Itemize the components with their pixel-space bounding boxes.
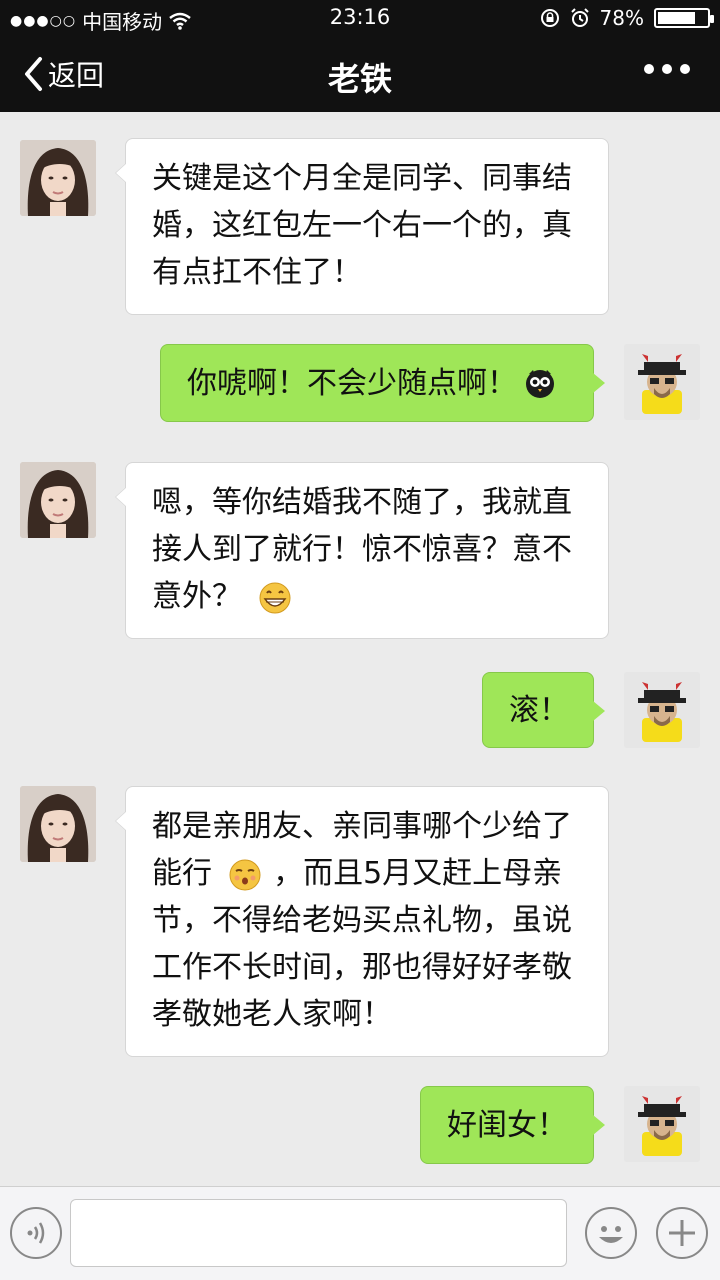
message-line: 有点扛不住了！: [152, 255, 362, 290]
message-bubble-sent[interactable]: 滚！: [482, 672, 605, 748]
message-line: 意外？: [152, 573, 582, 620]
battery-icon: [654, 8, 714, 28]
message-input[interactable]: [70, 1199, 567, 1267]
chat-title: 老铁: [327, 60, 392, 98]
more-dot: [680, 64, 690, 74]
owl-emoji: [526, 370, 554, 398]
heisenberg-avatar: [624, 672, 700, 748]
plus-button[interactable]: [656, 1207, 708, 1259]
message-line: 能行 ，而且5月又赶上母亲: [152, 850, 582, 897]
heisenberg-avatar: [624, 344, 700, 420]
message-text: 滚！: [509, 692, 569, 728]
status-right: 78%: [540, 6, 714, 30]
message-bubble-received[interactable]: 嗯，等你结婚我不随了，我就直 接人到了就行！惊不惊喜？意不 意外？: [115, 462, 609, 639]
message-bubble-received[interactable]: 都是亲朋友、亲同事哪个少给了 能行 ，而且5月又赶上母亲 节，不得给老妈买点礼物…: [115, 786, 609, 1057]
message-line-text: 能行: [152, 856, 212, 891]
voice-button[interactable]: [10, 1207, 62, 1259]
status-bar: ●●●○○ 中国移动 23:16 78%: [0, 0, 720, 36]
more-button[interactable]: [644, 64, 690, 74]
message-line: 节，不得给老妈买点礼物，虽说: [152, 903, 572, 938]
message-line: 工作不长时间，那也得好好孝敬: [152, 950, 572, 985]
message-line: 都是亲朋友、亲同事哪个少给了: [152, 809, 572, 844]
message-bubble-sent[interactable]: 好闺女！: [420, 1086, 605, 1164]
message-line: 孝敬她老人家啊！: [152, 997, 392, 1032]
alarm-icon: [570, 8, 589, 27]
message-bubble-sent[interactable]: 你唬啊！不会少随点啊！: [160, 344, 605, 422]
grin-emoji: [259, 582, 291, 613]
battery-percent: 78%: [599, 6, 644, 30]
message-bubble-received[interactable]: 关键是这个月全是同学、同事结 婚，这红包左一个右一个的，真 有点扛不住了！: [115, 138, 609, 315]
message-line: 接人到了就行！惊不惊喜？意不: [152, 532, 572, 567]
heisenberg-avatar: [624, 1086, 700, 1162]
contact-photo: [20, 786, 96, 862]
message-line-text: 意外？: [152, 579, 242, 614]
more-dots-icon: [644, 64, 654, 74]
message-line: 关键是这个月全是同学、同事结: [152, 161, 572, 196]
contact-avatar[interactable]: [20, 140, 96, 216]
self-avatar[interactable]: [624, 672, 700, 748]
self-avatar[interactable]: [624, 344, 700, 420]
input-bar: [0, 1186, 720, 1280]
smirk-emoji: [229, 859, 261, 890]
chat-screen: ●●●○○ 中国移动 23:16 78% 返回 老铁 关键是这个月全是同学、同事…: [0, 0, 720, 1280]
message-list[interactable]: 关键是这个月全是同学、同事结 婚，这红包左一个右一个的，真 有点扛不住了！ 你唬…: [0, 112, 720, 1186]
message-text: 你唬啊！不会少随点啊！: [187, 365, 517, 401]
nav-bar: 返回 老铁: [0, 36, 720, 112]
contact-avatar[interactable]: [20, 786, 96, 862]
battery-fill: [658, 12, 695, 24]
message-line: 婚，这红包左一个右一个的，真: [152, 208, 572, 243]
contact-photo: [20, 140, 96, 216]
contact-avatar[interactable]: [20, 462, 96, 538]
contact-photo: [20, 462, 96, 538]
message-line: 嗯，等你结婚我不随了，我就直: [152, 485, 572, 520]
message-line-text: ，而且5月又赶上母亲: [273, 856, 563, 891]
self-avatar[interactable]: [624, 1086, 700, 1162]
message-text: 好闺女！: [447, 1107, 567, 1143]
more-dot: [662, 64, 672, 74]
rotation-lock-icon: [540, 9, 559, 27]
voice-icon: [27, 1222, 45, 1244]
emoji-icon: [599, 1226, 623, 1243]
emoji-button[interactable]: [585, 1207, 637, 1259]
plus-icon: [669, 1220, 695, 1246]
